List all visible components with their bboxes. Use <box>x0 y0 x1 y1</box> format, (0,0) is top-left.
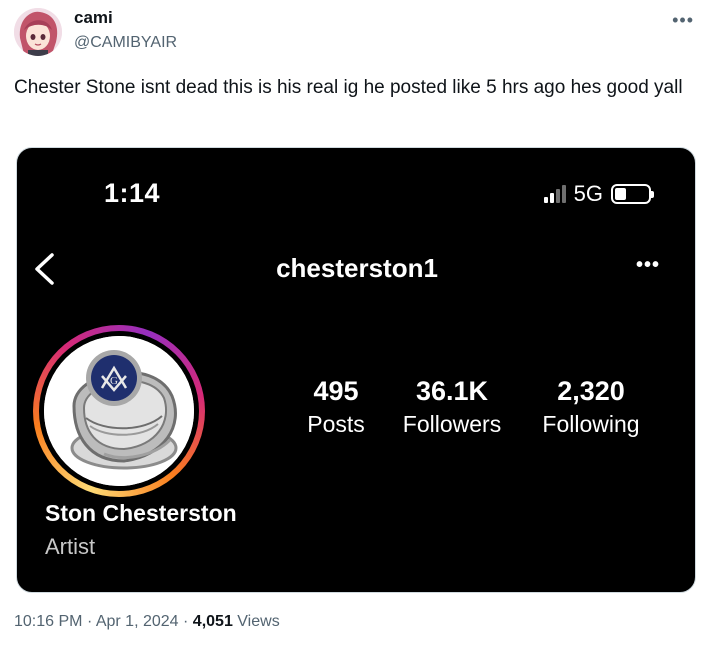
profile-display-name: Ston Chesterston <box>45 500 237 526</box>
network-type: 5G <box>573 181 603 206</box>
more-options-icon[interactable]: ••• <box>672 10 694 31</box>
followers-count: 36.1K <box>415 376 489 406</box>
tweet-date[interactable]: Apr 1, 2024 <box>96 613 179 630</box>
battery-icon <box>611 184 654 204</box>
views-count: 4,051 <box>192 613 233 630</box>
followers-label: Followers <box>402 411 502 437</box>
profile-more-icon[interactable]: ••• <box>636 254 660 277</box>
author-avatar[interactable] <box>14 8 62 56</box>
meta-separator-2: · <box>183 613 189 630</box>
following-label: Following <box>542 411 640 437</box>
profile-picture[interactable]: G <box>44 336 194 486</box>
posts-stat[interactable]: 495 Posts <box>307 376 365 438</box>
anime-avatar-icon <box>14 8 62 56</box>
profile-username: chesterston1 <box>276 253 438 283</box>
author-handle[interactable]: @CAMIBYAIR <box>74 34 177 52</box>
following-count: 2,320 <box>557 376 625 406</box>
followers-stat[interactable]: 36.1K Followers <box>403 376 501 438</box>
meta-separator: · <box>86 613 93 630</box>
tweet: cami @CAMIBYAIR ••• Chester Stone isnt d… <box>0 0 710 645</box>
posts-label: Posts <box>307 411 365 437</box>
views-label: Views <box>237 613 280 630</box>
profile-bio: Artist <box>45 534 96 559</box>
author-display-name[interactable]: cami <box>74 8 113 28</box>
status-bar-indicators: 5G <box>543 181 654 207</box>
posts-count: 495 <box>313 376 359 406</box>
story-ring[interactable]: G <box>33 325 205 497</box>
signal-strength-icon <box>543 185 566 203</box>
svg-text:G: G <box>110 375 118 387</box>
tweet-time[interactable]: 10:16 PM <box>14 613 82 630</box>
tweet-media-image[interactable]: 1:14 5G chesterston1 ••• G 495 Posts 36.… <box>16 147 696 593</box>
following-stat[interactable]: 2,320 Following <box>542 376 639 438</box>
tweet-meta: 10:16 PM · Apr 1, 2024 · 4,051 Views <box>14 613 280 631</box>
tweet-text: Chester Stone isnt dead this is his real… <box>14 77 683 98</box>
masonic-ring-image: G <box>44 336 194 486</box>
status-bar-time: 1:14 <box>104 178 161 208</box>
